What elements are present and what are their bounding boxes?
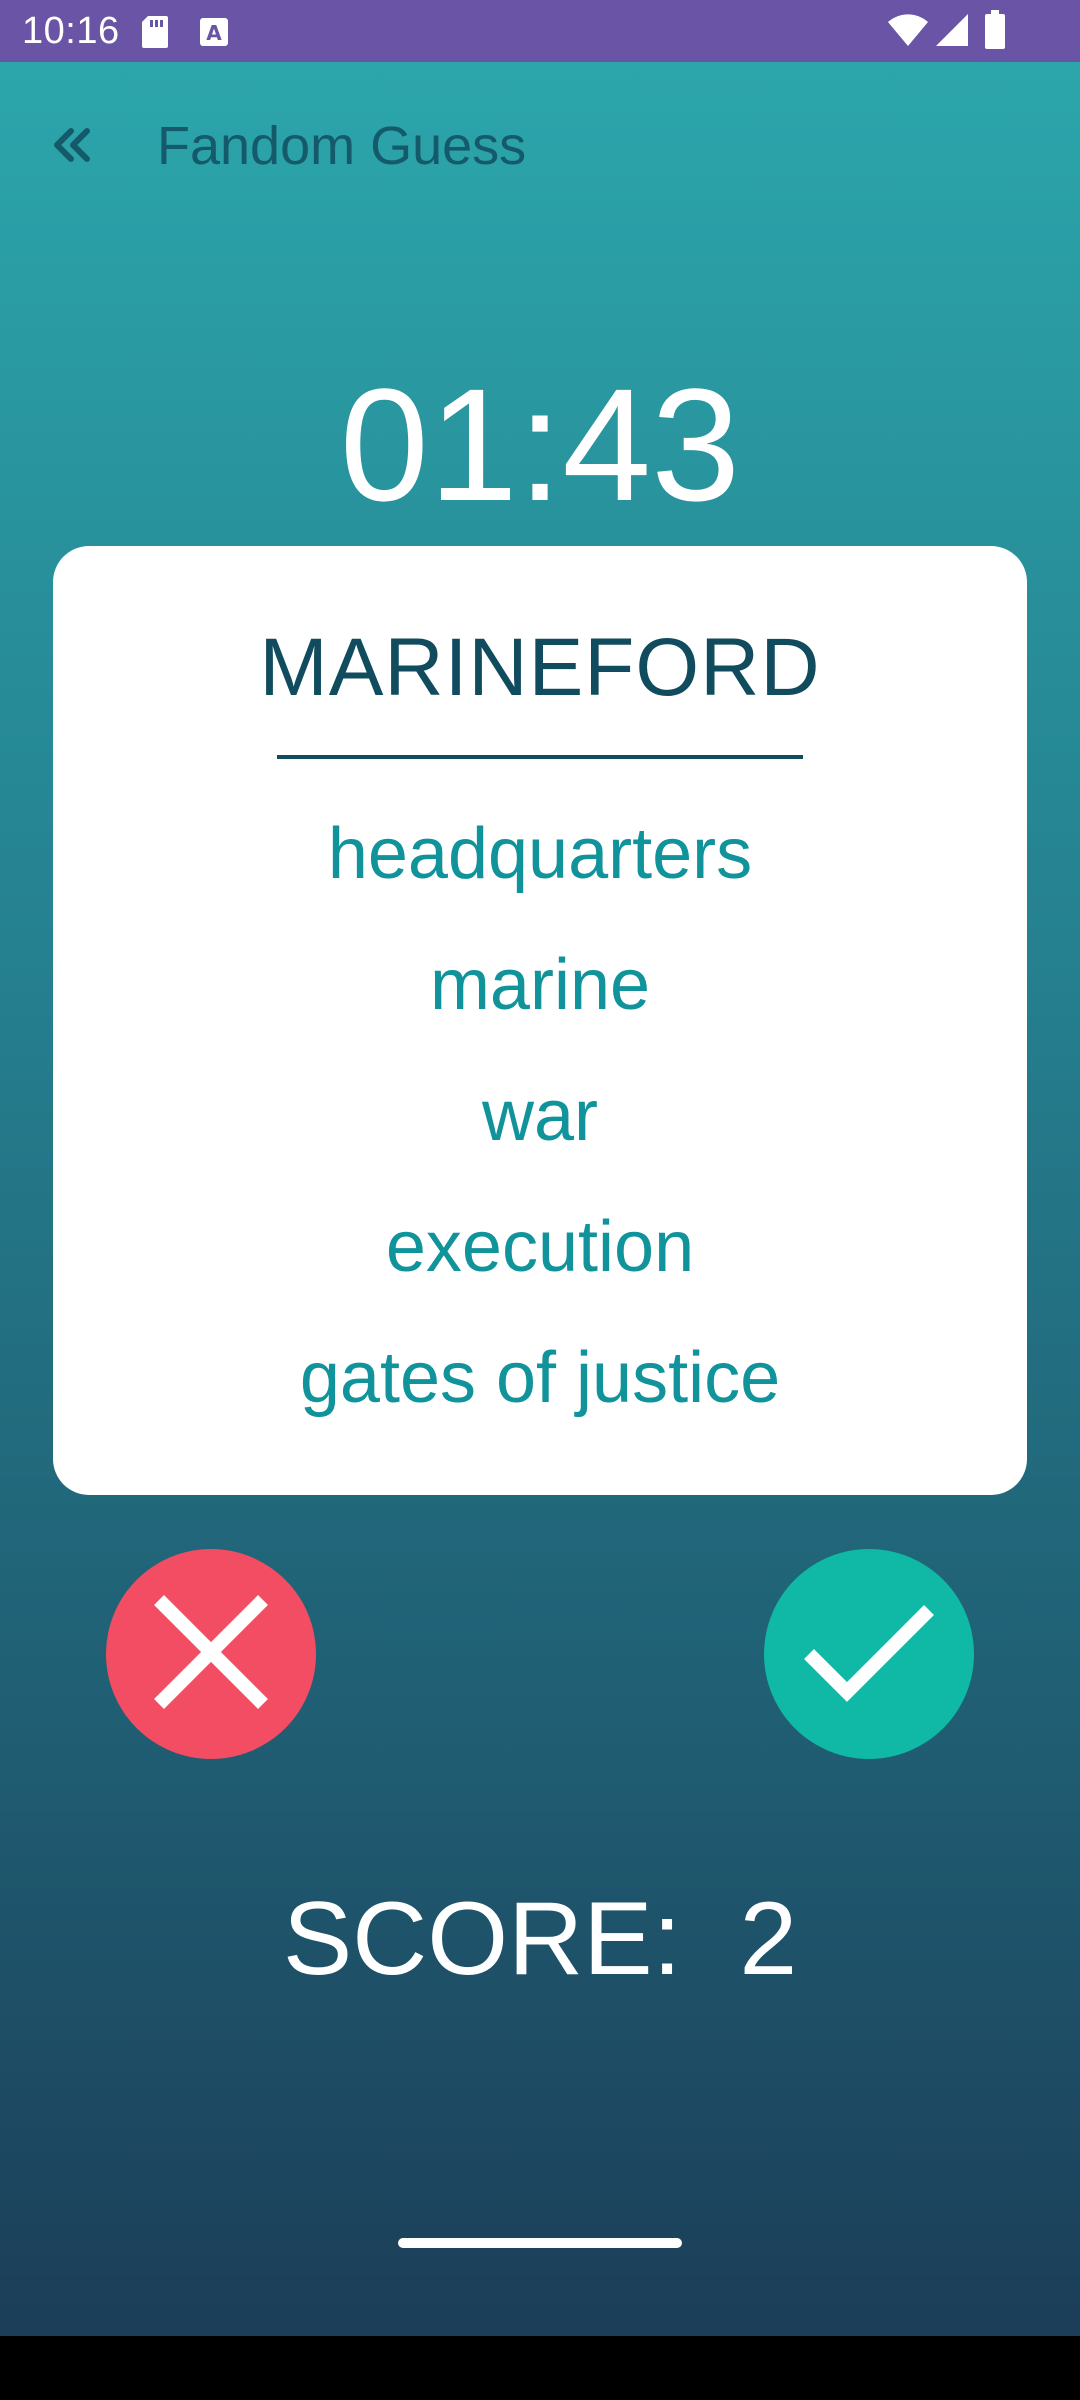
- word-divider: [277, 755, 803, 759]
- signal-icon: [934, 12, 970, 53]
- forbidden-word: gates of justice: [299, 1338, 781, 1418]
- forbidden-word: headquarters: [327, 814, 753, 894]
- correct-button[interactable]: [764, 1549, 974, 1759]
- battery-icon: [984, 10, 1006, 55]
- forbidden-word: war: [481, 1076, 598, 1156]
- svg-text:A: A: [206, 21, 222, 45]
- forbidden-word: marine: [429, 945, 651, 1025]
- check-icon: [799, 1592, 939, 1717]
- score-label: SCORE: 2: [282, 1881, 798, 1997]
- sd-card-icon: [140, 14, 170, 55]
- app-bar: Fandom Guess: [0, 62, 1080, 232]
- target-word: MARINEFORD: [259, 622, 821, 713]
- home-indicator[interactable]: [398, 2238, 682, 2248]
- status-time: 10:16: [22, 10, 120, 52]
- wrong-button[interactable]: [106, 1549, 316, 1759]
- double-chevron-left-icon: [51, 125, 95, 170]
- countdown-timer: 01:43: [339, 355, 741, 534]
- navigation-bar: [0, 2336, 1080, 2400]
- keyboard-a-icon: A: [198, 16, 230, 53]
- game-screen: 10:16 A Fandom Guess 01:43 MARINEFORD he…: [0, 0, 1080, 2400]
- back-button[interactable]: [38, 112, 108, 182]
- status-bar: 10:16 A: [0, 0, 1080, 62]
- app-title: Fandom Guess: [157, 116, 527, 176]
- forbidden-word: execution: [385, 1207, 695, 1287]
- close-icon: [151, 1592, 271, 1717]
- wifi-icon: [887, 12, 929, 53]
